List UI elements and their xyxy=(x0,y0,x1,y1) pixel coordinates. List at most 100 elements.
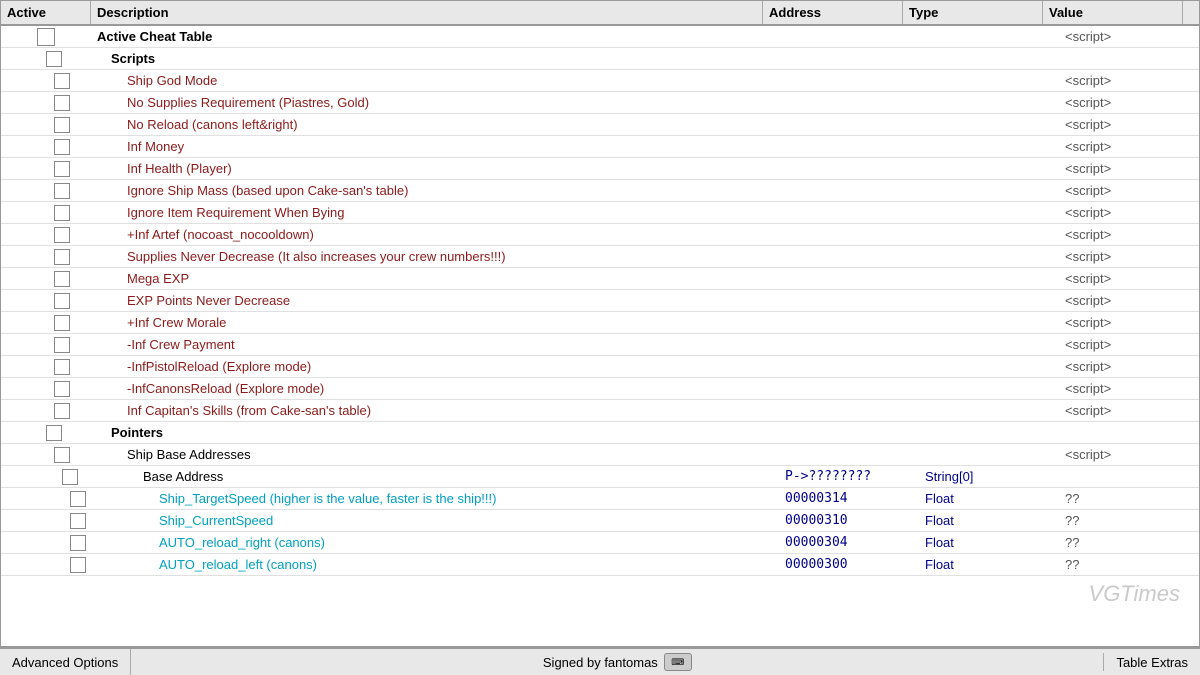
active-col xyxy=(1,556,91,574)
type-col: Float xyxy=(919,489,1059,508)
checkbox[interactable] xyxy=(70,557,86,573)
table-row[interactable]: Ship_TargetSpeed (higher is the value, f… xyxy=(1,488,1199,510)
value-col: <script> xyxy=(1059,445,1199,464)
active-col xyxy=(1,270,91,288)
checkbox[interactable] xyxy=(54,381,70,397)
checkbox[interactable] xyxy=(54,161,70,177)
type-col: Float xyxy=(919,533,1059,552)
table-row[interactable]: Scripts xyxy=(1,48,1199,70)
value-col: <script> xyxy=(1059,335,1199,354)
active-col xyxy=(1,292,91,310)
desc-col: EXP Points Never Decrease xyxy=(91,291,779,310)
active-col xyxy=(1,226,91,244)
type-col xyxy=(919,101,1059,105)
table-row[interactable]: Mega EXP<script> xyxy=(1,268,1199,290)
main-container: Active Description Address Type Value Ac… xyxy=(0,0,1200,647)
status-advanced-options[interactable]: Advanced Options xyxy=(0,649,131,675)
table-row[interactable]: +Inf Crew Morale<script> xyxy=(1,312,1199,334)
active-col xyxy=(1,358,91,376)
table-row[interactable]: -Inf Crew Payment <script> xyxy=(1,334,1199,356)
desc-col: AUTO_reload_right (canons) xyxy=(91,533,779,552)
table-row[interactable]: Active Cheat Table <script> xyxy=(1,26,1199,48)
checkbox[interactable] xyxy=(54,95,70,111)
table-row[interactable]: EXP Points Never Decrease<script> xyxy=(1,290,1199,312)
checkbox[interactable] xyxy=(54,183,70,199)
table-row[interactable]: -InfCanonsReload (Explore mode)<script> xyxy=(1,378,1199,400)
table-row[interactable]: +Inf Artef (nocoast_nocooldown)<script> xyxy=(1,224,1199,246)
value-col: ?? xyxy=(1059,533,1199,552)
table-row[interactable]: Ship God Mode<script> xyxy=(1,70,1199,92)
active-col xyxy=(1,314,91,332)
addr-col xyxy=(779,365,919,369)
active-col xyxy=(1,27,91,47)
checkbox[interactable] xyxy=(54,205,70,221)
type-col xyxy=(919,189,1059,193)
table-row[interactable]: No Reload (canons left&right)<script> xyxy=(1,114,1199,136)
table-row[interactable]: Inf Capitan's Skills (from Cake-san's ta… xyxy=(1,400,1199,422)
checkbox[interactable] xyxy=(54,403,70,419)
value-col: <script> xyxy=(1059,71,1199,90)
status-table-extras[interactable]: Table Extras xyxy=(1104,649,1200,675)
value-col: <script> xyxy=(1059,137,1199,156)
addr-col xyxy=(779,453,919,457)
table-row[interactable]: Ignore Item Requirement When Bying<scrip… xyxy=(1,202,1199,224)
table-row[interactable]: Ship_CurrentSpeed00000310Float?? xyxy=(1,510,1199,532)
active-col xyxy=(1,50,91,68)
checkbox[interactable] xyxy=(54,249,70,265)
checkbox[interactable] xyxy=(46,51,62,67)
checkbox[interactable] xyxy=(70,535,86,551)
value-col: <script> xyxy=(1059,203,1199,222)
value-col: <script> xyxy=(1059,93,1199,112)
checkbox[interactable] xyxy=(70,513,86,529)
table-row[interactable]: Supplies Never Decrease (It also increas… xyxy=(1,246,1199,268)
desc-col: -InfPistolReload (Explore mode) xyxy=(91,357,779,376)
checkbox[interactable] xyxy=(46,425,62,441)
checkbox[interactable] xyxy=(54,359,70,375)
table-row[interactable]: Inf Money <script> xyxy=(1,136,1199,158)
table-row[interactable]: Ignore Ship Mass (based upon Cake-san's … xyxy=(1,180,1199,202)
value-col: <script> xyxy=(1059,159,1199,178)
type-col xyxy=(919,343,1059,347)
value-col: <script> xyxy=(1059,27,1199,46)
checkbox[interactable] xyxy=(54,447,70,463)
type-col xyxy=(919,255,1059,259)
addr-col xyxy=(779,101,919,105)
addr-col xyxy=(779,277,919,281)
table-row[interactable]: AUTO_reload_left (canons)00000300Float?? xyxy=(1,554,1199,576)
desc-col: Scripts xyxy=(91,49,779,68)
type-col: Float xyxy=(919,555,1059,574)
active-col xyxy=(1,380,91,398)
addr-col xyxy=(779,145,919,149)
table-row[interactable]: Ship Base Addresses <script> xyxy=(1,444,1199,466)
table-row[interactable]: AUTO_reload_right (canons)00000304Float?… xyxy=(1,532,1199,554)
table-row[interactable]: Pointers xyxy=(1,422,1199,444)
checkbox[interactable] xyxy=(54,139,70,155)
checkbox[interactable] xyxy=(54,73,70,89)
desc-col: Inf Money xyxy=(91,137,779,156)
desc-col: -Inf Crew Payment xyxy=(91,335,779,354)
checkbox[interactable] xyxy=(54,337,70,353)
checkbox[interactable] xyxy=(54,271,70,287)
active-col xyxy=(1,138,91,156)
table-row[interactable]: Inf Health (Player)<script> xyxy=(1,158,1199,180)
table-row[interactable]: Base AddressP->????????String[0] xyxy=(1,466,1199,488)
checkbox[interactable] xyxy=(54,227,70,243)
table-body[interactable]: Active Cheat Table <script> Scripts Ship Go… xyxy=(1,26,1199,646)
desc-col: AUTO_reload_left (canons) xyxy=(91,555,779,574)
checkbox[interactable] xyxy=(70,491,86,507)
desc-col: Active Cheat Table xyxy=(91,27,779,46)
addr-col: 00000304 xyxy=(779,533,919,552)
checkbox[interactable] xyxy=(54,117,70,133)
addr-col xyxy=(779,79,919,83)
checkbox[interactable] xyxy=(54,315,70,331)
desc-col: Ship Base Addresses xyxy=(91,445,779,464)
active-col xyxy=(1,490,91,508)
checkbox[interactable] xyxy=(62,469,78,485)
desc-col: Base Address xyxy=(91,467,779,486)
table-row[interactable]: -InfPistolReload (Explore mode)<script> xyxy=(1,356,1199,378)
addr-col xyxy=(779,189,919,193)
table-row[interactable]: No Supplies Requirement (Piastres, Gold)… xyxy=(1,92,1199,114)
checkbox[interactable] xyxy=(37,28,55,46)
checkbox[interactable] xyxy=(54,293,70,309)
value-col: <script> xyxy=(1059,225,1199,244)
